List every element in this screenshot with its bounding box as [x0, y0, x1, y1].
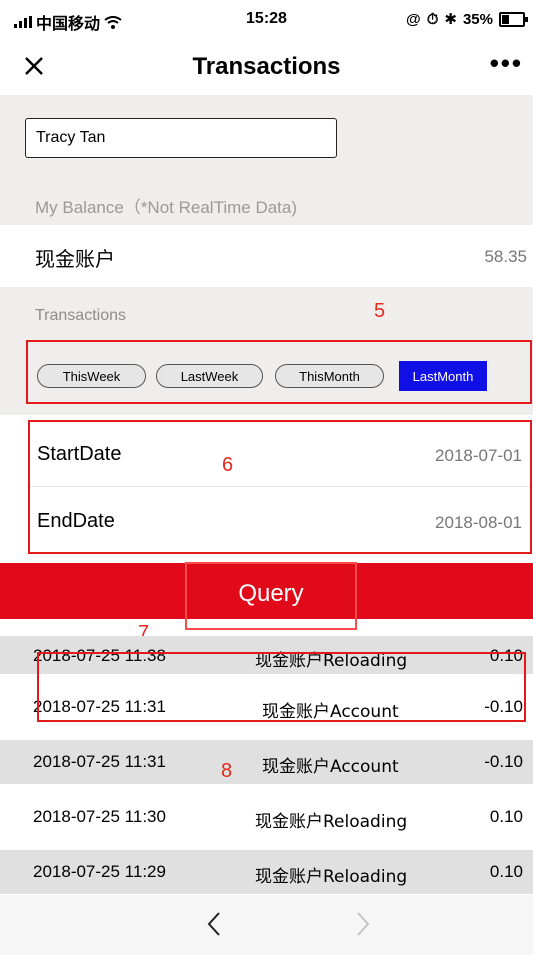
table-row: 2018-07-25 11:29 现金账户Reloading 0.10 — [0, 850, 533, 894]
annotation-number: 5 — [374, 300, 386, 322]
balance-label: My Balance（*Not RealTime Data) — [35, 198, 298, 217]
row-amount: 0.10 — [489, 862, 523, 881]
row-datetime: 2018-07-25 11:31 — [33, 752, 166, 771]
chevron-right-icon[interactable] — [350, 909, 374, 939]
page-title: Transactions — [192, 53, 341, 80]
row-datetime: 2018-07-25 11:29 — [33, 862, 166, 881]
bluetooth-icon: ✱ — [444, 11, 457, 28]
status-bar: 中国移动 15:28 @ ⏱ ✱ 35% — [0, 0, 533, 40]
customer-name-input[interactable] — [25, 118, 337, 158]
annotation-number: 6 — [222, 454, 234, 476]
battery-percent: 35% — [462, 10, 493, 28]
balance-row: 现金账户 58.35 — [0, 225, 533, 287]
table-row: 2018-07-25 11:31 现金账户Account -0.10 — [0, 740, 533, 784]
highlight-box — [28, 420, 532, 554]
alarm-icon: ⏱ — [426, 10, 439, 28]
account-balance: 58.35 — [484, 247, 527, 266]
row-name: 现金账户Account — [262, 757, 399, 777]
location-icon: @ — [406, 10, 421, 28]
transactions-label: Transactions — [35, 307, 126, 324]
period-last-month-button[interactable]: LastMonth — [399, 361, 487, 391]
row-datetime: 2018-07-25 11:30 — [33, 807, 166, 826]
more-icon[interactable]: ••• — [490, 48, 523, 79]
highlight-box — [37, 652, 526, 722]
status-icons: @ ⏱ ✱ 35% — [406, 10, 528, 28]
bottom-toolbar — [0, 895, 533, 955]
chevron-left-icon[interactable] — [203, 909, 227, 939]
table-row: 2018-07-25 11:30 现金账户Reloading 0.10 — [0, 795, 533, 839]
row-name: 现金账户Reloading — [255, 867, 408, 887]
period-this-week-button[interactable]: ThisWeek — [37, 364, 146, 388]
nav-header: Transactions ••• — [0, 40, 533, 95]
query-button[interactable]: Query — [185, 562, 357, 630]
row-amount: 0.10 — [489, 807, 523, 826]
battery-icon — [499, 11, 528, 27]
account-name: 现金账户 — [35, 247, 115, 271]
annotation-number: 8 — [221, 760, 233, 782]
period-last-week-button[interactable]: LastWeek — [156, 364, 263, 388]
period-this-month-button[interactable]: ThisMonth — [275, 364, 384, 388]
row-amount: -0.10 — [484, 752, 523, 771]
row-name: 现金账户Reloading — [255, 812, 408, 832]
